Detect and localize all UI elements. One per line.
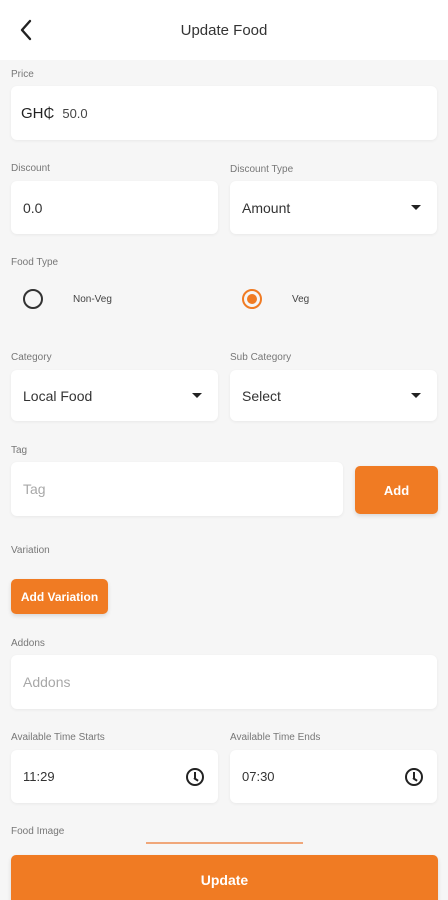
radio-veg-label: Veg bbox=[292, 293, 310, 305]
radio-non-veg-label: Non-Veg bbox=[73, 293, 112, 305]
time-end-label: Available Time Ends bbox=[230, 732, 321, 743]
time-end-field[interactable]: 07:30 bbox=[230, 750, 437, 803]
food-image-upload-area[interactable] bbox=[146, 842, 303, 844]
time-start-field[interactable]: 11:29 bbox=[11, 750, 218, 803]
page-title: Update Food bbox=[180, 22, 268, 39]
radio-veg[interactable]: Veg bbox=[242, 289, 309, 309]
sub-category-value: Select bbox=[242, 387, 281, 404]
time-start-label: Available Time Starts bbox=[11, 732, 105, 743]
price-label: Price bbox=[11, 69, 34, 80]
discount-label: Discount bbox=[11, 163, 50, 174]
sub-category-label: Sub Category bbox=[230, 352, 292, 363]
dropdown-arrow-icon bbox=[411, 393, 421, 398]
food-image-label: Food Image bbox=[11, 826, 65, 837]
addons-label: Addons bbox=[11, 638, 45, 649]
add-tag-button[interactable]: Add bbox=[355, 466, 438, 514]
currency-symbol: GH₵ bbox=[21, 104, 55, 122]
discount-type-label: Discount Type bbox=[230, 164, 294, 175]
price-value: 50.0 bbox=[62, 105, 88, 121]
tag-input[interactable]: Tag bbox=[11, 462, 343, 516]
radio-non-veg[interactable]: Non-Veg bbox=[23, 289, 112, 309]
radio-checked-icon bbox=[242, 289, 262, 309]
variation-label: Variation bbox=[11, 545, 50, 556]
clock-icon[interactable] bbox=[405, 767, 423, 786]
tag-label: Tag bbox=[11, 445, 28, 456]
tag-placeholder: Tag bbox=[23, 481, 46, 497]
category-select[interactable]: Local Food bbox=[11, 370, 218, 421]
price-field[interactable]: GH₵ 50.0 bbox=[11, 86, 437, 140]
add-variation-button[interactable]: Add Variation bbox=[11, 579, 108, 614]
clock-icon[interactable] bbox=[186, 767, 204, 786]
time-start-value: 11:29 bbox=[23, 769, 55, 784]
dropdown-arrow-icon bbox=[192, 393, 202, 398]
discount-type-select[interactable]: Amount bbox=[230, 181, 437, 234]
category-label: Category bbox=[11, 352, 52, 363]
addons-placeholder: Addons bbox=[23, 674, 71, 690]
radio-unchecked-icon bbox=[23, 289, 43, 309]
time-end-value: 07:30 bbox=[242, 769, 275, 784]
dropdown-arrow-icon bbox=[411, 205, 421, 210]
update-button[interactable]: Update bbox=[11, 855, 438, 900]
discount-field[interactable]: 0.0 bbox=[11, 181, 218, 234]
category-value: Local Food bbox=[23, 387, 93, 404]
addons-input[interactable]: Addons bbox=[11, 655, 437, 709]
discount-type-value: Amount bbox=[242, 199, 291, 216]
discount-value: 0.0 bbox=[23, 199, 43, 216]
food-type-label: Food Type bbox=[11, 257, 59, 268]
sub-category-select[interactable]: Select bbox=[230, 370, 437, 421]
app-bar: Update Food bbox=[0, 0, 448, 60]
